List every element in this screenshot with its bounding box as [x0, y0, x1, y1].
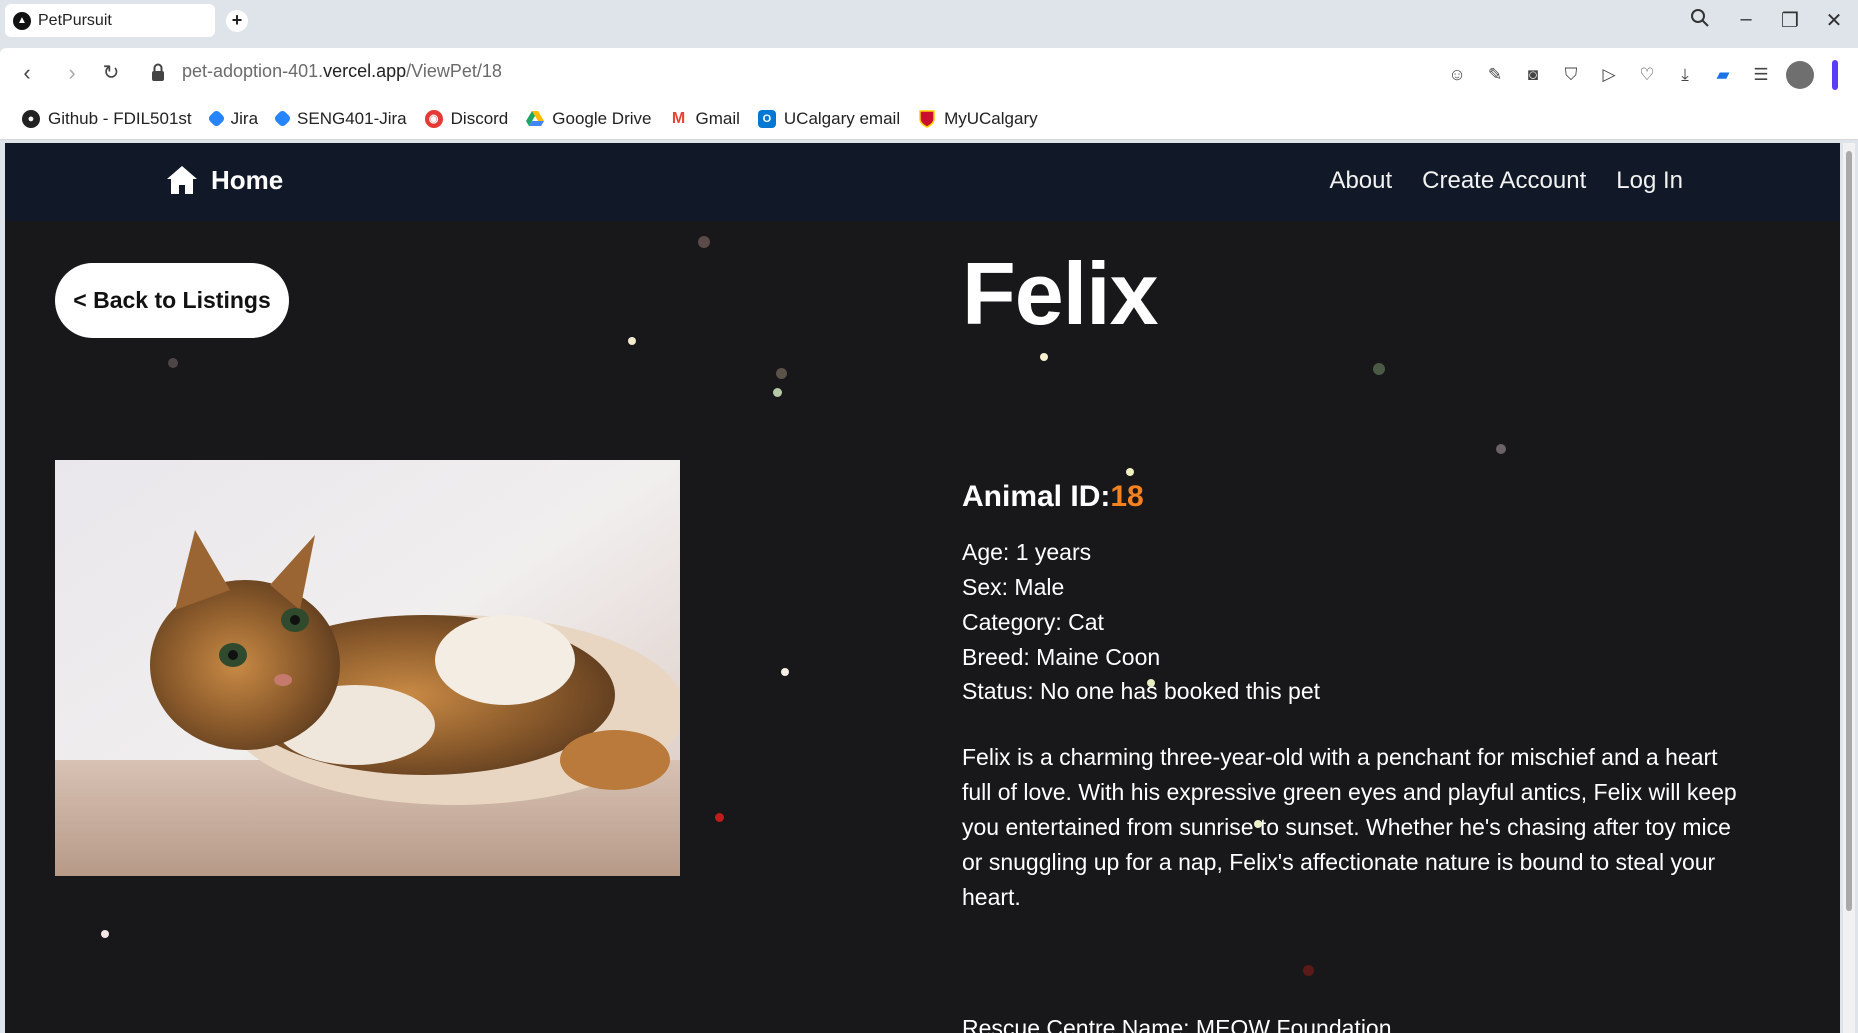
nav-about[interactable]: About — [1329, 167, 1392, 195]
home-link[interactable]: Home — [165, 163, 283, 197]
github-icon: ● — [22, 109, 40, 128]
forward-arrow-icon[interactable]: › — [57, 58, 87, 88]
browser-tabstrip: ▲ PetPursuit + – ❐ ✕ — [0, 0, 1858, 48]
scrollbar-thumb[interactable] — [1846, 151, 1852, 911]
heart-icon[interactable]: ♡ — [1634, 62, 1660, 88]
new-tab-plus-icon[interactable]: + — [226, 10, 248, 32]
google-drive-icon — [526, 110, 545, 128]
sparkle-dot — [1147, 679, 1155, 687]
sparkle-dot — [1126, 468, 1134, 476]
reload-icon[interactable]: ↻ — [96, 58, 126, 88]
discord-icon: ◉ — [424, 109, 443, 128]
nav-log-in[interactable]: Log In — [1616, 167, 1683, 195]
sparkle-dot — [1040, 353, 1048, 361]
pet-age: Age: 1 years — [962, 539, 1092, 565]
jira-icon — [206, 109, 226, 128]
site-navbar: Home About Create Account Log In — [5, 143, 1840, 221]
pet-facts: Age: 1 years Sex: Male Category: Cat Bre… — [962, 535, 1160, 675]
search-tabs-icon[interactable] — [1686, 8, 1714, 34]
home-label: Home — [211, 164, 284, 195]
bookmark-label: Discord — [450, 108, 509, 128]
bookmark-label: SENG401-Jira — [297, 108, 407, 128]
pet-description: Felix is a charming three-year-old with … — [962, 744, 1737, 910]
bookmark-jira[interactable]: Jira — [206, 108, 259, 129]
sidebar-toggle-icon[interactable] — [1832, 60, 1838, 90]
extension-tag-icon[interactable]: ▰ — [1710, 62, 1736, 88]
bookmark-myucalgary[interactable]: MyUCalgary — [918, 109, 1038, 129]
bookmark-github[interactable]: ● Github - FDIL501st — [22, 109, 192, 129]
sparkle-dot — [1373, 363, 1385, 375]
page-scrollbar[interactable] — [1843, 143, 1855, 1033]
sparkle-dot — [101, 930, 109, 938]
animal-id-value: 18 — [1110, 480, 1144, 513]
animal-id-label: Animal ID: — [962, 480, 1111, 513]
extension-icons: ☺ ✎ ◙ ⛉ ▷ ♡ ⤓ ▰ ☰ — [1444, 60, 1838, 90]
page-viewport: Home About Create Account Log In < Back … — [5, 143, 1840, 1033]
sparkle-dot — [1496, 444, 1506, 454]
sparkle-dot — [781, 668, 789, 676]
restore-icon[interactable]: ❐ — [1776, 8, 1804, 33]
sparkle-dot — [698, 236, 710, 248]
pet-category: Category: Cat — [962, 609, 1104, 635]
lock-icon[interactable] — [150, 62, 166, 82]
sparkle-dot — [776, 368, 787, 379]
pet-breed: Breed: Maine Coon — [962, 644, 1161, 670]
emoji-icon[interactable]: ☺ — [1444, 62, 1470, 88]
browser-toolbar: ‹ › ↻ pet-adoption-401.vercel.app/ViewPe… — [0, 48, 1858, 98]
back-arrow-icon[interactable]: ‹ — [12, 58, 42, 88]
pet-sex: Sex: Male — [962, 574, 1065, 600]
shield-icon[interactable]: ⛉ — [1558, 62, 1584, 88]
url-host: vercel.app — [323, 61, 407, 81]
sparkle-dot — [1254, 820, 1262, 828]
back-to-listings-button[interactable]: < Back to Listings — [55, 263, 289, 338]
bookmark-label: MyUCalgary — [944, 108, 1038, 128]
outlook-icon: O — [757, 109, 776, 128]
rescue-centre-name: Rescue Centre Name: MEOW Foundation — [962, 1015, 1392, 1033]
bookmark-ucalgary-email[interactable]: O UCalgary email — [757, 108, 901, 129]
camera-icon[interactable]: ◙ — [1520, 62, 1546, 88]
minimize-icon[interactable]: – — [1732, 8, 1760, 31]
sparkle-dot — [1303, 965, 1314, 976]
edit-icon[interactable]: ✎ — [1482, 62, 1508, 88]
animal-id-heading: Animal ID:18 — [962, 480, 1144, 514]
menu-list-icon[interactable]: ☰ — [1748, 62, 1774, 88]
bookmark-discord[interactable]: ◉ Discord — [424, 108, 509, 129]
close-window-icon[interactable]: ✕ — [1820, 8, 1848, 33]
bookmark-label: UCalgary email — [783, 108, 901, 128]
url-path: /ViewPet/18 — [406, 61, 502, 81]
bookmark-seng401-jira[interactable]: SENG401-Jira — [273, 108, 407, 129]
sparkle-dot — [715, 813, 724, 822]
bookmark-label: Github - FDIL501st — [48, 108, 192, 128]
play-icon[interactable]: ▷ — [1596, 62, 1622, 88]
browser-tab[interactable]: ▲ PetPursuit — [5, 4, 215, 37]
sparkle-dot — [168, 358, 178, 368]
bookmark-label: Gmail — [695, 108, 740, 128]
bookmark-gmail[interactable]: M Gmail — [669, 108, 740, 129]
download-icon[interactable]: ⤓ — [1672, 62, 1698, 88]
pet-photo — [55, 460, 680, 876]
jira-icon — [273, 109, 292, 128]
pet-name: Felix — [962, 244, 1159, 343]
sparkle-dot — [773, 388, 782, 397]
home-icon — [167, 166, 197, 194]
address-bar[interactable]: pet-adoption-401.vercel.app/ViewPet/18 — [182, 61, 502, 82]
tab-title: PetPursuit — [38, 11, 112, 29]
nav-create-account[interactable]: Create Account — [1422, 167, 1586, 195]
bookmark-label: Jira — [230, 108, 259, 128]
bookmark-label: Google Drive — [552, 108, 652, 128]
nav-links: About Create Account Log In — [1329, 167, 1683, 195]
ucalgary-shield-icon — [918, 109, 936, 128]
url-prefix: pet-adoption-401. — [182, 61, 324, 81]
petpursuit-favicon-icon: ▲ — [13, 11, 31, 30]
profile-avatar[interactable] — [1786, 61, 1814, 89]
gmail-icon: M — [671, 109, 686, 127]
pet-status: Status: No one has booked this pet — [962, 678, 1321, 704]
sparkle-dot — [628, 337, 636, 345]
bookmarks-bar: ● Github - FDIL501st Jira SENG401-Jira ◉… — [0, 98, 1858, 140]
bookmark-google-drive[interactable]: Google Drive — [526, 109, 651, 129]
